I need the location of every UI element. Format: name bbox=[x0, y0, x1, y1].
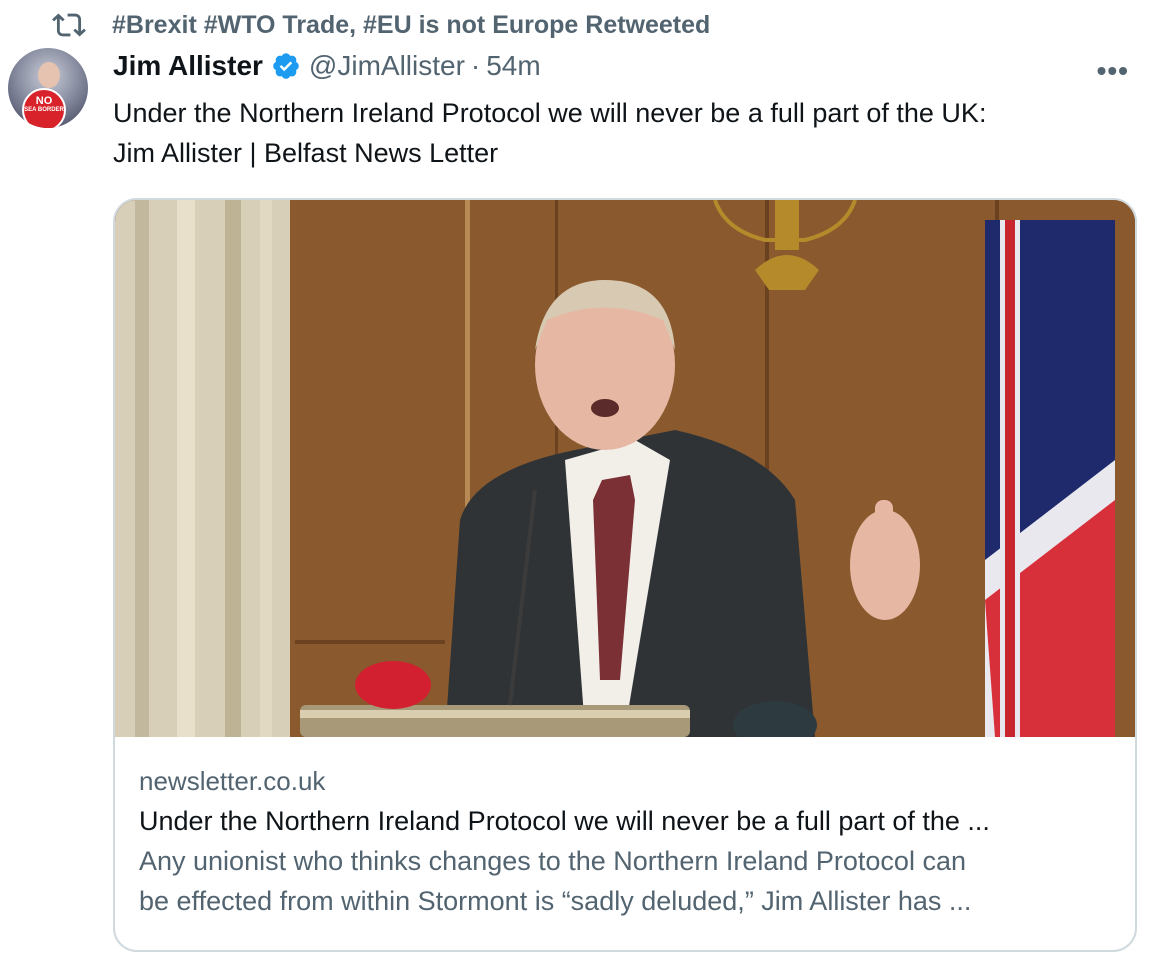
card-description-line: be effected from within Stormont is “sad… bbox=[139, 886, 972, 916]
avatar-face bbox=[38, 62, 60, 88]
retweet-context[interactable]: #Brexit #WTO Trade, #EU is not Europe Re… bbox=[52, 8, 710, 42]
card-text[interactable]: newsletter.co.uk Under the Northern Irel… bbox=[139, 761, 1119, 921]
card-photo[interactable] bbox=[115, 200, 1135, 737]
link-preview-card[interactable]: newsletter.co.uk Under the Northern Irel… bbox=[113, 198, 1137, 952]
tweet-header: Jim Allister @JimAllister · 54m bbox=[113, 50, 541, 82]
tweet-text: Under the Northern Ireland Protocol we w… bbox=[113, 93, 1133, 173]
retweet-icon bbox=[52, 13, 86, 37]
author-name[interactable]: Jim Allister bbox=[113, 50, 263, 82]
tweet-text-line: Under the Northern Ireland Protocol we w… bbox=[113, 98, 987, 128]
card-domain: newsletter.co.uk bbox=[139, 766, 326, 796]
verified-badge-icon[interactable] bbox=[271, 51, 301, 81]
retweet-label: #Brexit #WTO Trade, #EU is not Europe Re… bbox=[112, 10, 711, 39]
dot-separator: · bbox=[470, 50, 481, 81]
avatar-no-sea-border-badge: NO SEA BORDER bbox=[22, 88, 66, 128]
author-handle[interactable]: @JimAllister bbox=[309, 50, 465, 82]
timestamp[interactable]: 54m bbox=[486, 50, 540, 82]
more-options-icon[interactable]: ••• bbox=[1097, 55, 1129, 87]
avatar[interactable]: NO SEA BORDER bbox=[8, 48, 88, 128]
speaker-photo-illustration bbox=[115, 200, 1135, 737]
card-title: Under the Northern Ireland Protocol we w… bbox=[139, 806, 990, 836]
tweet-text-line: Jim Allister | Belfast News Letter bbox=[113, 138, 499, 168]
card-description-line: Any unionist who thinks changes to the N… bbox=[139, 846, 966, 876]
